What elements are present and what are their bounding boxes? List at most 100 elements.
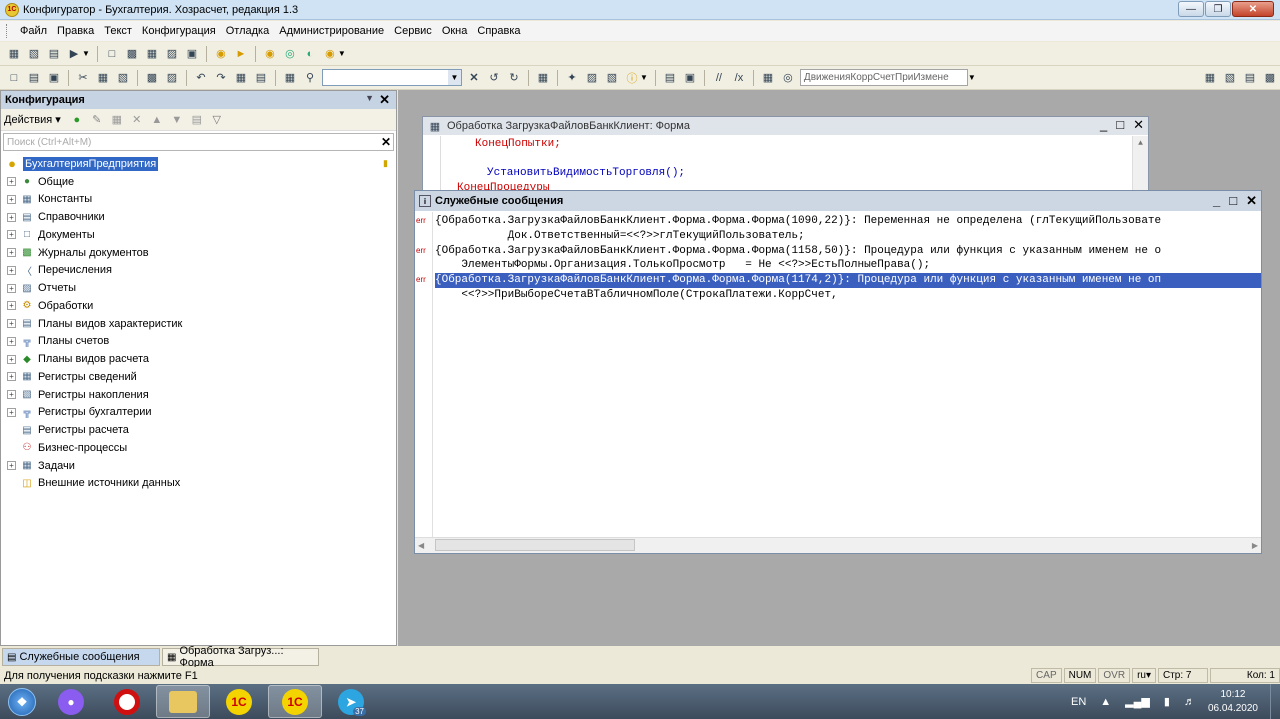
tree-item[interactable]: + ◆ Планы видов расчета <box>1 350 396 368</box>
expand-icon[interactable]: + <box>7 407 16 417</box>
open-config-icon[interactable]: ▦ <box>6 46 22 62</box>
message-row[interactable]: err {Обработка.ЗагрузкаФайловБанкКлиент.Ф… <box>415 244 1261 259</box>
run-icon[interactable]: ► <box>233 46 249 62</box>
tree-item[interactable]: + ⚙ Обработки <box>1 297 396 315</box>
form-close-icon[interactable]: ✕ <box>1133 117 1144 133</box>
undo-icon[interactable]: ↶ <box>193 70 209 86</box>
tree-item[interactable]: + ▤ Планы видов характеристик <box>1 315 396 333</box>
expand-icon[interactable]: + <box>7 319 16 329</box>
form-vertical-scrollbar[interactable]: ▲ <box>1132 136 1148 195</box>
copy-object-icon[interactable]: ▦ <box>109 112 125 128</box>
expand-icon[interactable]: + <box>7 265 16 275</box>
comment-icon[interactable]: // <box>711 70 727 86</box>
tree-item[interactable]: + ▦ Задачи <box>1 457 396 475</box>
message-row[interactable]: ЭлементыФормы.Организация.ТолькоПросмотр… <box>415 258 1261 273</box>
form-maximize-icon[interactable]: □ <box>1116 117 1124 133</box>
tables-icon[interactable]: ▦ <box>144 46 160 62</box>
module-icon[interactable]: ▩ <box>124 46 140 62</box>
expand-icon[interactable]: + <box>7 283 16 293</box>
start-debug-icon[interactable]: ◉ <box>213 46 229 62</box>
power-icon[interactable]: ▮ <box>1164 695 1170 708</box>
message-row[interactable]: Док.Ответственный=<<?>>глТекущийПользова… <box>415 229 1261 244</box>
enterprise-icon[interactable]: ◉ <box>262 46 278 62</box>
globe-icon[interactable]: ◎ <box>282 46 298 62</box>
expand-icon[interactable]: + <box>7 390 16 400</box>
indent-icon[interactable]: ▤ <box>662 70 678 86</box>
find-prev-icon[interactable]: ↻ <box>506 70 522 86</box>
abc-icon[interactable]: ▨ <box>164 46 180 62</box>
preview-icon[interactable]: ▨ <box>164 70 180 86</box>
messages-horizontal-scrollbar[interactable]: ◀ ▶ <box>415 537 1261 553</box>
menu-edit[interactable]: Правка <box>52 25 99 37</box>
procedures-icon[interactable]: ◎ <box>780 70 796 86</box>
expand-icon[interactable]: + <box>7 372 16 382</box>
scroll-right-icon[interactable]: ▶ <box>1252 541 1258 550</box>
sort-icon[interactable]: ▤ <box>189 112 205 128</box>
edit-icon[interactable]: ✎ <box>89 112 105 128</box>
tray-expand-icon[interactable]: ▲ <box>1100 696 1111 708</box>
update-db-icon[interactable]: ▶ <box>66 46 82 62</box>
tree-item[interactable]: ⚇ Бизнес-процессы <box>1 439 396 457</box>
tab-form[interactable]: ▦ Обработка Загруз...: Форма <box>162 645 319 669</box>
find-icon[interactable]: ▦ <box>282 70 298 86</box>
start-button[interactable]: ❖ <box>0 684 44 719</box>
expand-icon[interactable]: + <box>7 354 16 364</box>
expand-icon[interactable]: + <box>7 336 16 346</box>
volume-icon[interactable]: ♬ <box>1184 696 1195 708</box>
tray-clock[interactable]: 10:12 06.04.2020 <box>1208 688 1258 716</box>
lang-indicator[interactable]: ru ▾ <box>1132 668 1156 683</box>
clear-search-icon[interactable]: ✕ <box>466 70 482 86</box>
move-up-icon[interactable]: ▲ <box>149 112 165 128</box>
menu-text[interactable]: Текст <box>99 25 137 37</box>
new-file-icon[interactable]: □ <box>6 70 22 86</box>
tree-item[interactable]: + ▧ Регистры накопления <box>1 386 396 404</box>
outdent-icon[interactable]: ▣ <box>682 70 698 86</box>
wizard-icon[interactable]: ✦ <box>564 70 580 86</box>
tree-item[interactable]: ▤ Регистры расчета <box>1 421 396 439</box>
print-icon[interactable]: ▩ <box>144 70 160 86</box>
cut-icon[interactable]: ✂ <box>75 70 91 86</box>
tree-item[interactable]: + ▦ Константы <box>1 191 396 209</box>
taskbar-app-alice[interactable]: ● <box>44 685 98 718</box>
menu-administration[interactable]: Администрирование <box>274 25 389 37</box>
input-language[interactable]: EN <box>1071 696 1086 708</box>
tree-item[interactable]: + ╦ Регистры бухгалтерии <box>1 404 396 422</box>
form-code-editor[interactable]: КонецПопытки; УстановитьВидимостьТорговл… <box>423 136 1148 195</box>
tree-root[interactable]: ● БухгалтерияПредприятия ▮ <box>1 155 396 173</box>
show-desktop-button[interactable] <box>1270 684 1280 719</box>
expand-icon[interactable]: + <box>7 177 16 187</box>
properties-icon[interactable]: ▤ <box>253 70 269 86</box>
window-list-icon[interactable]: ▦ <box>535 70 551 86</box>
tree-item[interactable]: + ● Общие <box>1 173 396 191</box>
taskbar-app-telegram[interactable]: ➤ 37 <box>324 685 378 718</box>
menu-service[interactable]: Сервис <box>389 25 437 37</box>
filter-icon[interactable]: ▽ <box>209 112 225 128</box>
minimize-button[interactable]: — <box>1178 1 1204 17</box>
taskbar-app-explorer[interactable] <box>156 685 210 718</box>
close-button[interactable]: ✕ <box>1232 1 1274 17</box>
open-file-icon[interactable]: ▤ <box>26 70 42 86</box>
bookmark-icon[interactable]: ▦ <box>760 70 776 86</box>
launch-icon[interactable]: ◉ <box>322 46 338 62</box>
procedure-dropdown-icon[interactable]: ▼ <box>968 73 976 82</box>
form-icon[interactable]: ▣ <box>184 46 200 62</box>
form-minimize-icon[interactable]: _ <box>1100 117 1107 133</box>
taskbar-app-opera[interactable] <box>100 685 154 718</box>
configuration-search-input[interactable] <box>4 134 379 150</box>
find-next-icon[interactable]: ↺ <box>486 70 502 86</box>
tree-item[interactable]: + ▩ Журналы документов <box>1 244 396 262</box>
find-in-tree-icon[interactable]: ▦ <box>233 70 249 86</box>
message-row[interactable]: err {Обработка.ЗагрузкаФайловБанкКлиент.Ф… <box>415 214 1261 229</box>
copy-icon[interactable]: ▦ <box>95 70 111 86</box>
taskbar-app-1c-configurator[interactable]: 1С <box>268 685 322 718</box>
add-icon[interactable]: ● <box>69 112 85 128</box>
delete-icon[interactable]: ✕ <box>129 112 145 128</box>
info-icon[interactable]: ⓘ <box>624 70 640 86</box>
procedure-combo[interactable]: ДвиженияКоррСчетПриИзмене <box>799 69 968 86</box>
expand-icon[interactable]: + <box>7 301 16 311</box>
tree-item[interactable]: + □ Документы <box>1 226 396 244</box>
scroll-thumb[interactable] <box>435 539 635 551</box>
message-row[interactable]: err {Обработка.ЗагрузкаФайловБанкКлиент.Ф… <box>415 273 1261 289</box>
restore-button[interactable]: ❐ <box>1205 1 1231 17</box>
tab-service-messages[interactable]: ▤ Служебные сообщения <box>2 648 160 666</box>
